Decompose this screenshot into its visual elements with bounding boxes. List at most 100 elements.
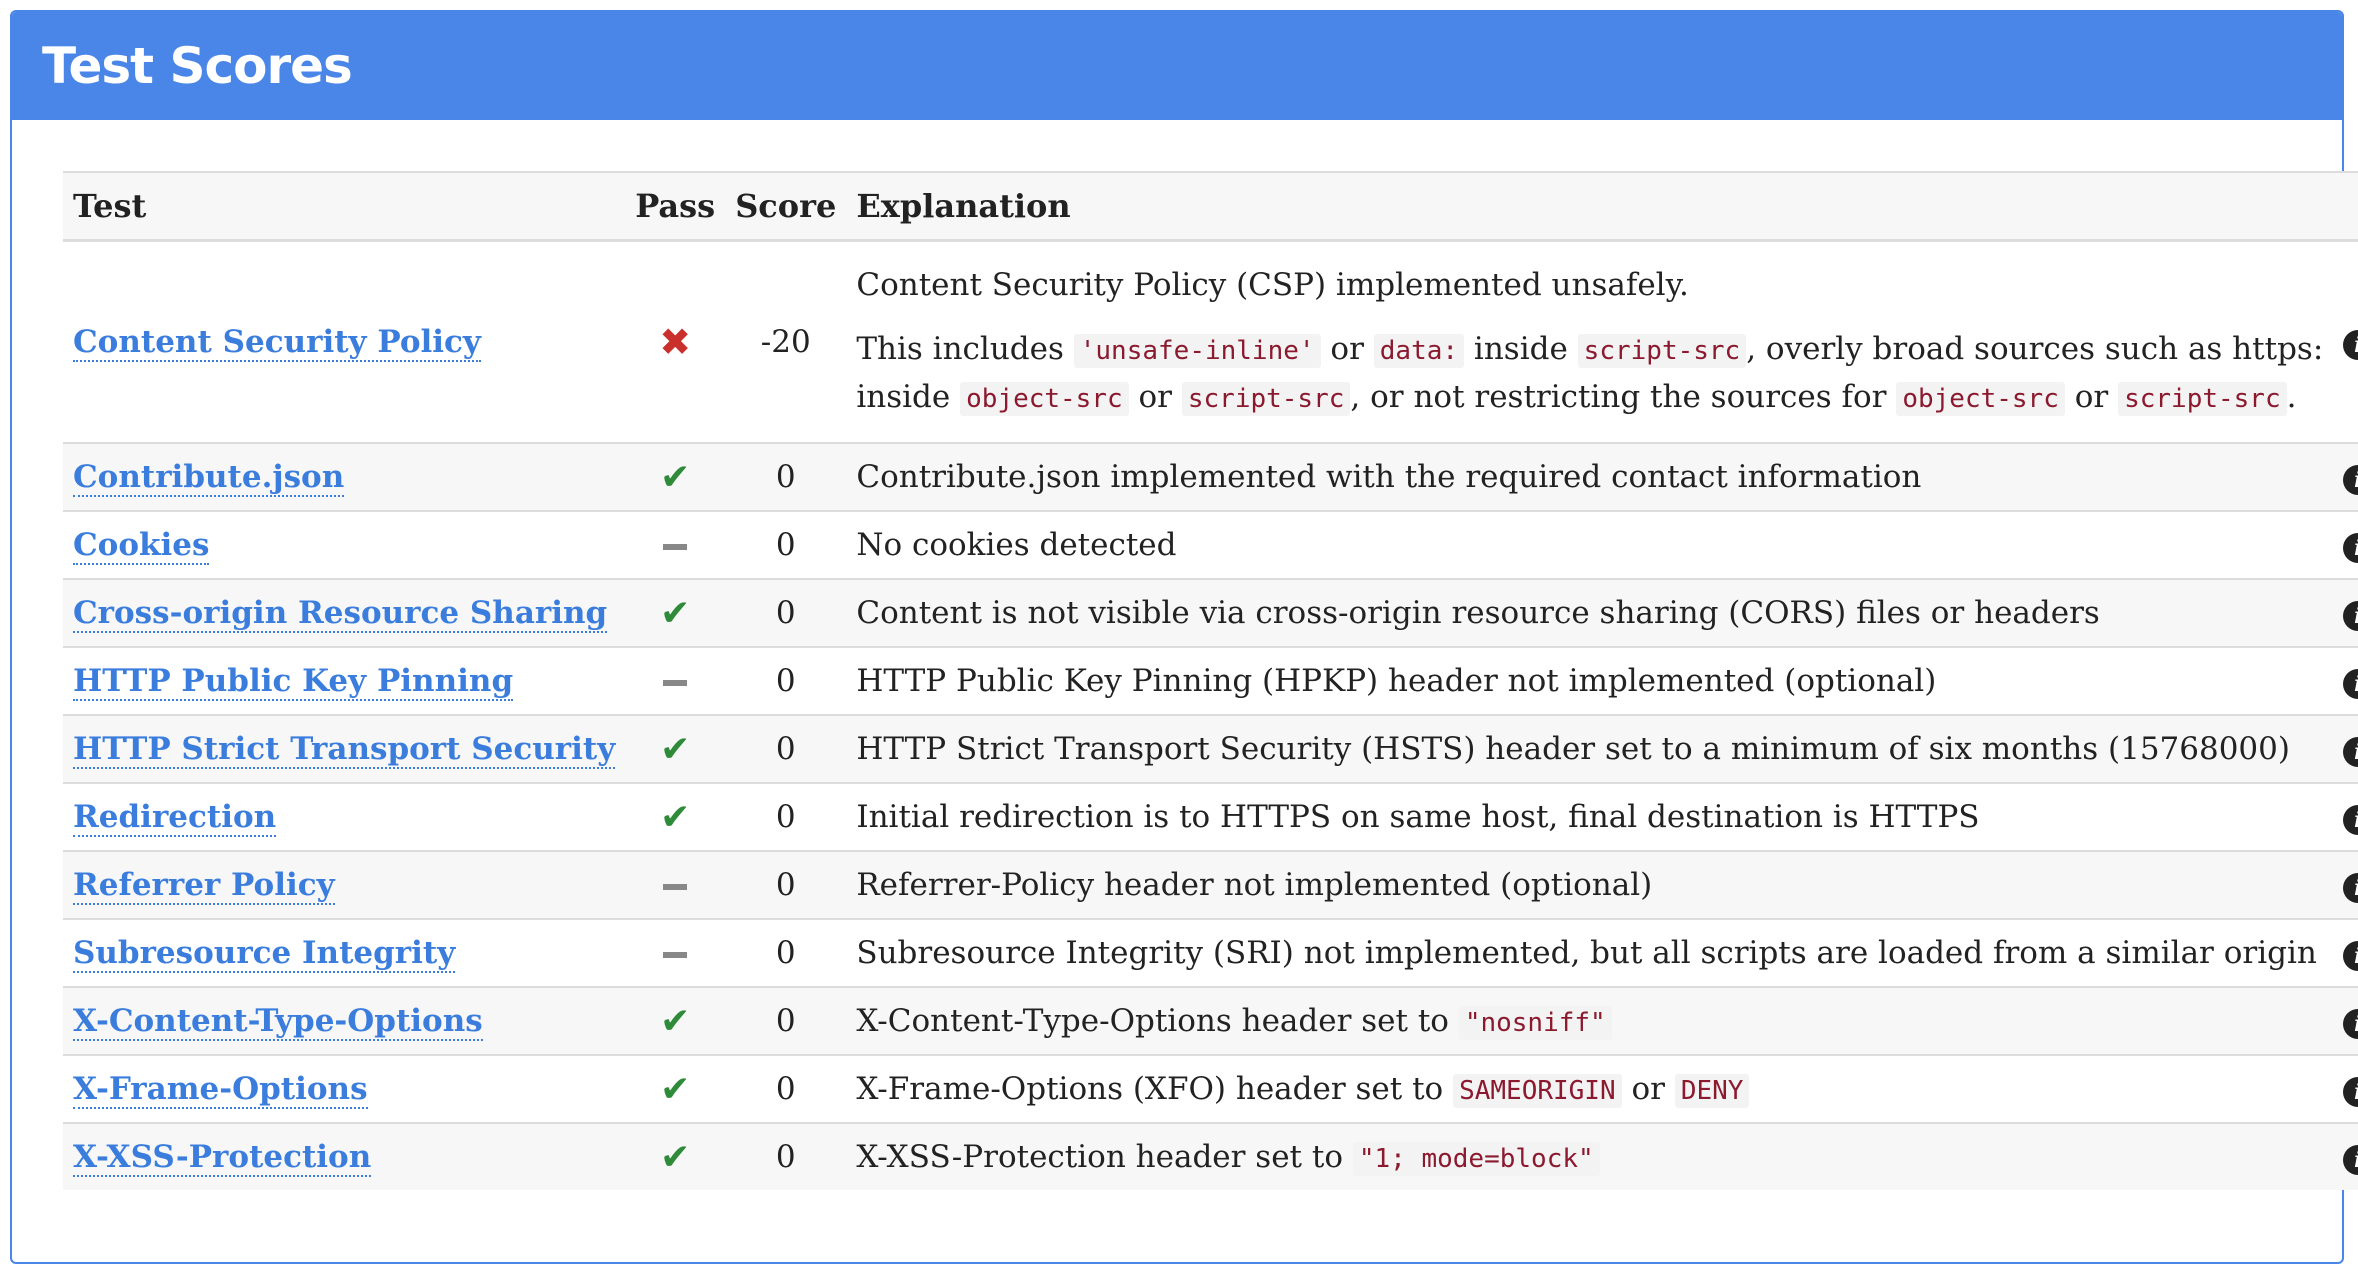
- code-snippet: SAMEORIGIN: [1453, 1074, 1622, 1108]
- pass-cell: [625, 918, 726, 987]
- pass-cell: ✖: [625, 239, 726, 443]
- score-cell: 0: [725, 1122, 847, 1190]
- explanation-text: X-XSS-Protection header set to: [856, 1139, 1343, 1175]
- score-cell: 0: [725, 510, 847, 579]
- info-cell: i: [2333, 578, 2358, 647]
- check-icon: ✔: [660, 728, 691, 770]
- info-icon[interactable]: i: [2343, 873, 2358, 903]
- table-row: X-Content-Type-Options ✔ 0 X-Content-Typ…: [63, 986, 2358, 1055]
- check-icon: ✔: [660, 592, 691, 634]
- test-cell: X-Frame-Options: [63, 1054, 626, 1123]
- test-cell: X-Content-Type-Options: [63, 986, 626, 1055]
- pass-cell: [625, 850, 726, 919]
- code-snippet: object-src: [1896, 382, 2065, 416]
- explanation-cell: X-Frame-Options (XFO) header set to SAME…: [846, 1054, 2334, 1123]
- test-link-content-security-policy[interactable]: Content Security Policy: [73, 324, 481, 362]
- test-cell: Contribute.json: [63, 442, 626, 511]
- table-row: Referrer Policy 0 Referrer-Policy header…: [63, 850, 2358, 919]
- info-cell: i: [2333, 918, 2358, 987]
- test-link-x-xss-protection[interactable]: X-XSS-Protection: [73, 1139, 372, 1177]
- detail-text: inside: [856, 379, 951, 415]
- test-link-x-frame-options[interactable]: X-Frame-Options: [73, 1071, 368, 1109]
- test-link-x-content-type-options[interactable]: X-Content-Type-Options: [73, 1003, 483, 1041]
- info-icon[interactable]: i: [2343, 805, 2358, 835]
- info-icon[interactable]: i: [2343, 465, 2358, 495]
- scores-table: Test Pass Score Explanation Content Secu…: [63, 171, 2358, 1190]
- code-snippet: data:: [1373, 334, 1465, 368]
- info-icon[interactable]: i: [2343, 669, 2358, 699]
- code-snippet: "nosniff": [1458, 1006, 1612, 1040]
- score-cell: 0: [725, 646, 847, 715]
- info-icon[interactable]: i: [2343, 601, 2358, 631]
- test-link-referrer-policy[interactable]: Referrer Policy: [73, 867, 335, 905]
- panel-title: Test Scores: [42, 37, 353, 95]
- explanation-text: or: [1631, 1071, 1665, 1107]
- detail-text: , or not restricting the sources for: [1350, 379, 1887, 415]
- explanation-cell: HTTP Public Key Pinning (HPKP) header no…: [846, 646, 2334, 715]
- info-icon[interactable]: i: [2343, 941, 2358, 971]
- info-cell: i: [2333, 510, 2358, 579]
- info-icon[interactable]: i: [2343, 330, 2358, 360]
- pass-cell: ✔: [625, 714, 726, 783]
- explanation-cell: Content is not visible via cross-origin …: [846, 578, 2334, 647]
- table-row: Content Security Policy ✖ -20 Content Se…: [63, 239, 2358, 443]
- dash-icon: [663, 679, 688, 686]
- table-row: X-XSS-Protection ✔ 0 X-XSS-Protection he…: [63, 1122, 2358, 1190]
- test-link-cors[interactable]: Cross-origin Resource Sharing: [73, 595, 608, 633]
- explanation-cell: Content Security Policy (CSP) implemente…: [846, 239, 2334, 443]
- test-cell: Content Security Policy: [63, 239, 626, 443]
- table-row: Cross-origin Resource Sharing ✔ 0 Conten…: [63, 578, 2358, 647]
- test-link-hsts[interactable]: HTTP Strict Transport Security: [73, 731, 616, 769]
- score-cell: 0: [725, 1054, 847, 1123]
- info-cell: i: [2333, 714, 2358, 783]
- info-icon[interactable]: i: [2343, 1145, 2358, 1175]
- table-row: Subresource Integrity 0 Subresource Inte…: [63, 918, 2358, 987]
- info-cell: i: [2333, 850, 2358, 919]
- test-link-contribute-json[interactable]: Contribute.json: [73, 459, 345, 497]
- dash-icon: [663, 883, 688, 890]
- panel-header: Test Scores: [12, 12, 2342, 120]
- test-cell: HTTP Strict Transport Security: [63, 714, 626, 783]
- check-icon: ✔: [660, 796, 691, 838]
- test-cell: X-XSS-Protection: [63, 1122, 626, 1190]
- pass-cell: ✔: [625, 782, 726, 851]
- explanation-cell: Referrer-Policy header not implemented (…: [846, 850, 2334, 919]
- test-link-sri[interactable]: Subresource Integrity: [73, 935, 456, 973]
- header-score: Score: [725, 171, 847, 242]
- info-cell: i: [2333, 1122, 2358, 1190]
- code-snippet: 'unsafe-inline': [1073, 334, 1321, 368]
- code-snippet: script-src: [1577, 334, 1747, 368]
- info-icon[interactable]: i: [2343, 533, 2358, 563]
- test-link-cookies[interactable]: Cookies: [73, 527, 210, 565]
- explanation-cell: No cookies detected: [846, 510, 2334, 579]
- dash-icon: [663, 543, 688, 550]
- pass-cell: ✔: [625, 1122, 726, 1190]
- test-link-redirection[interactable]: Redirection: [73, 799, 277, 837]
- score-cell: -20: [725, 239, 847, 443]
- table-row: Cookies 0 No cookies detected i: [63, 510, 2358, 579]
- info-cell: i: [2333, 782, 2358, 851]
- test-cell: HTTP Public Key Pinning: [63, 646, 626, 715]
- check-icon: ✔: [660, 1136, 691, 1178]
- detail-text: inside: [1473, 331, 1568, 367]
- explanation-cell: Contribute.json implemented with the req…: [846, 442, 2334, 511]
- explanation-cell: HTTP Strict Transport Security (HSTS) he…: [846, 714, 2334, 783]
- explanation-cell: X-Content-Type-Options header set to "no…: [846, 986, 2334, 1055]
- score-cell: 0: [725, 714, 847, 783]
- test-cell: Subresource Integrity: [63, 918, 626, 987]
- detail-text: or: [2074, 379, 2109, 415]
- explanation-cell: X-XSS-Protection header set to "1; mode=…: [846, 1122, 2334, 1190]
- pass-cell: ✔: [625, 578, 726, 647]
- pass-cell: ✔: [625, 1054, 726, 1123]
- test-link-hpkp[interactable]: HTTP Public Key Pinning: [73, 663, 514, 701]
- pass-cell: ✔: [625, 442, 726, 511]
- detail-text: or: [1138, 379, 1172, 415]
- info-icon[interactable]: i: [2343, 1009, 2358, 1039]
- explanation-cell: Subresource Integrity (SRI) not implemen…: [846, 918, 2334, 987]
- explanation-cell: Initial redirection is to HTTPS on same …: [846, 782, 2334, 851]
- info-icon[interactable]: i: [2343, 737, 2358, 767]
- explanation-detail-line-1: This includes 'unsafe-inline' or data: i…: [856, 326, 2323, 374]
- info-icon[interactable]: i: [2343, 1077, 2358, 1107]
- code-snippet: object-src: [960, 382, 1129, 416]
- info-cell: i: [2333, 1054, 2358, 1123]
